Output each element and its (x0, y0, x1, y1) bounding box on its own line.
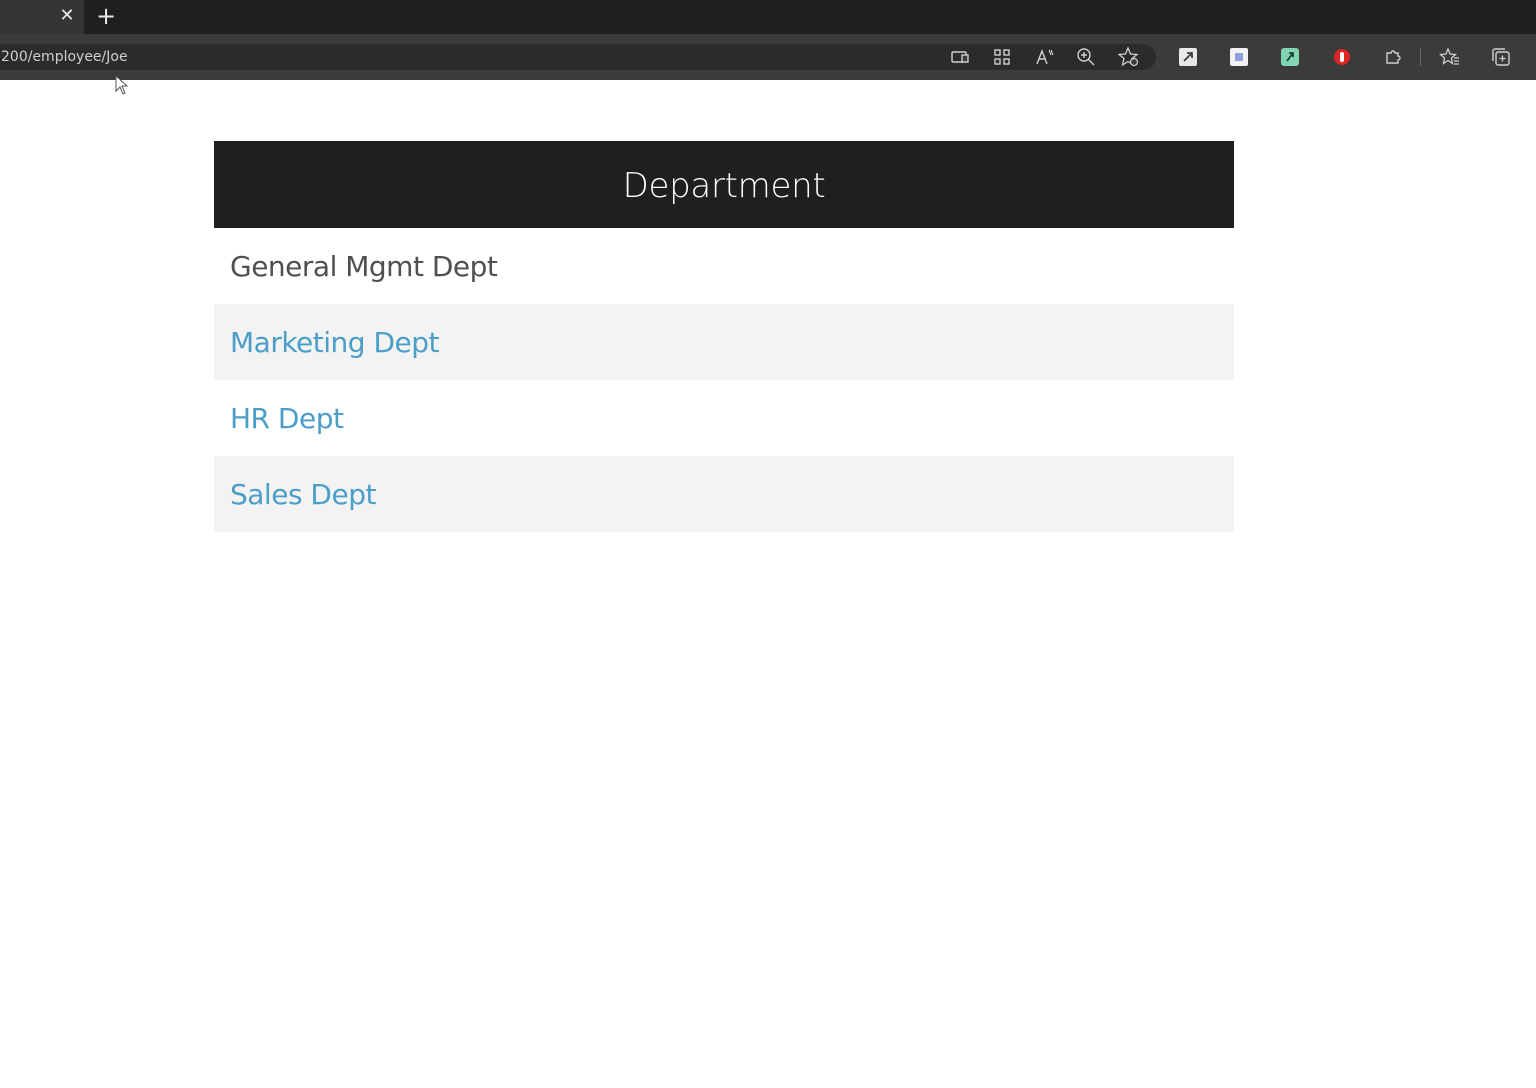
browser-tab[interactable]: ✕ (0, 0, 84, 34)
extension-3-icon[interactable] (1279, 46, 1301, 68)
toolbar-divider (1420, 48, 1421, 66)
department-list: General Mgmt Dept Marketing Dept HR Dept… (214, 228, 1234, 532)
department-item-marketing[interactable]: Marketing Dept (214, 304, 1234, 380)
extensions-icon[interactable] (1382, 46, 1404, 68)
immersive-reader-icon[interactable] (949, 46, 971, 68)
close-tab-icon[interactable]: ✕ (56, 5, 78, 27)
extension-4-icon[interactable] (1331, 46, 1353, 68)
app-available-icon[interactable] (991, 46, 1013, 68)
new-tab-button[interactable]: + (94, 2, 118, 30)
collections-icon[interactable] (1490, 46, 1512, 68)
department-header: Department (214, 141, 1234, 228)
mouse-cursor-icon (115, 75, 129, 95)
department-item-general-mgmt: General Mgmt Dept (230, 250, 498, 283)
address-url[interactable]: 200/employee/Joe (1, 48, 128, 66)
browser-toolbar: 200/employee/Joe (0, 34, 1536, 80)
read-aloud-icon[interactable] (1034, 46, 1056, 68)
extension-2-icon[interactable] (1228, 46, 1250, 68)
browser-tab-strip: ✕ + (0, 0, 1536, 34)
address-bar[interactable]: 200/employee/Joe (0, 44, 1156, 70)
zoom-icon[interactable] (1075, 46, 1097, 68)
add-favorite-icon[interactable] (1118, 46, 1140, 68)
department-panel: Department General Mgmt Dept Marketing D… (214, 141, 1234, 532)
department-item-hr[interactable]: HR Dept (214, 380, 1234, 456)
department-item-sales[interactable]: Sales Dept (214, 456, 1234, 532)
extension-1-icon[interactable] (1177, 46, 1199, 68)
favorites-icon[interactable] (1439, 46, 1461, 68)
